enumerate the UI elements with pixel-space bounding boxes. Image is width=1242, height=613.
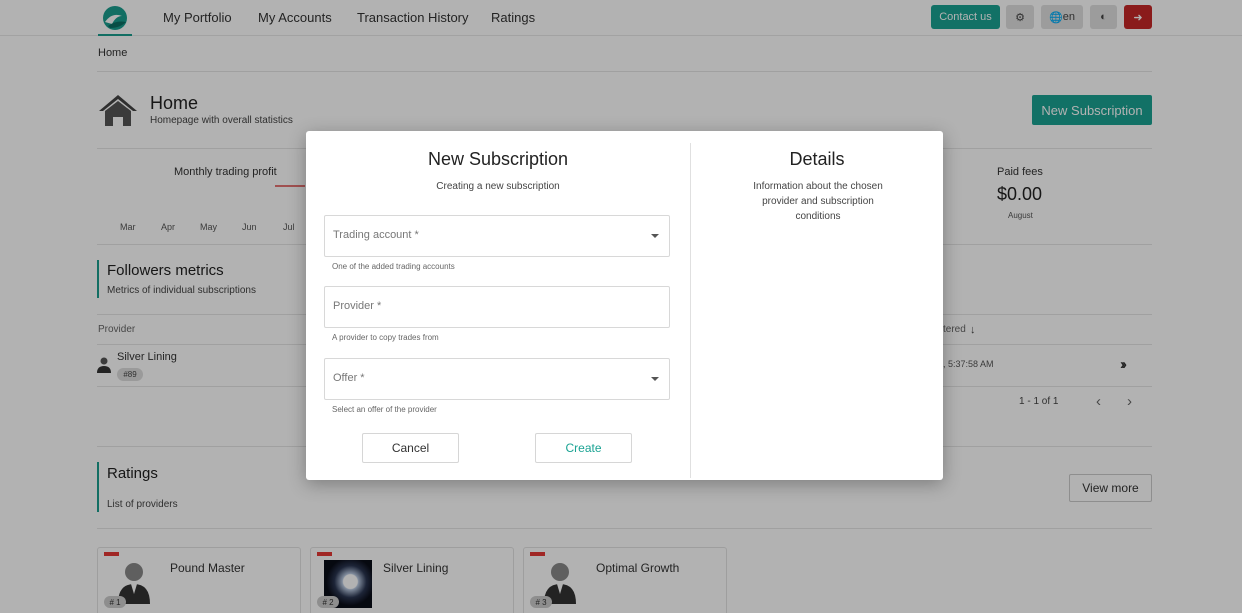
details-title: Details xyxy=(789,149,845,169)
offer-placeholder: Offer * xyxy=(333,372,365,384)
trading-account-hint: One of the added trading accounts xyxy=(332,262,455,271)
dialog-title: New Subscription xyxy=(427,149,569,169)
provider-placeholder: Provider * xyxy=(333,300,382,312)
provider-input[interactable]: Provider * xyxy=(324,286,670,328)
offer-select[interactable]: Offer * xyxy=(324,358,670,400)
provider-hint: A provider to copy trades from xyxy=(332,333,439,342)
dropdown-caret-icon xyxy=(651,234,659,238)
new-subscription-dialog: New Subscription Creating a new subscrip… xyxy=(306,131,943,480)
cancel-button[interactable]: Cancel xyxy=(362,433,459,463)
details-text: Information about the chosen provider an… xyxy=(753,181,883,222)
dropdown-caret-icon xyxy=(651,377,659,381)
dialog-divider xyxy=(690,143,691,478)
offer-hint: Select an offer of the provider xyxy=(332,405,437,414)
create-button[interactable]: Create xyxy=(535,433,632,463)
trading-account-select[interactable]: Trading account * xyxy=(324,215,670,257)
trading-account-placeholder: Trading account * xyxy=(333,229,419,241)
dialog-subtitle: Creating a new subscription xyxy=(436,181,560,192)
